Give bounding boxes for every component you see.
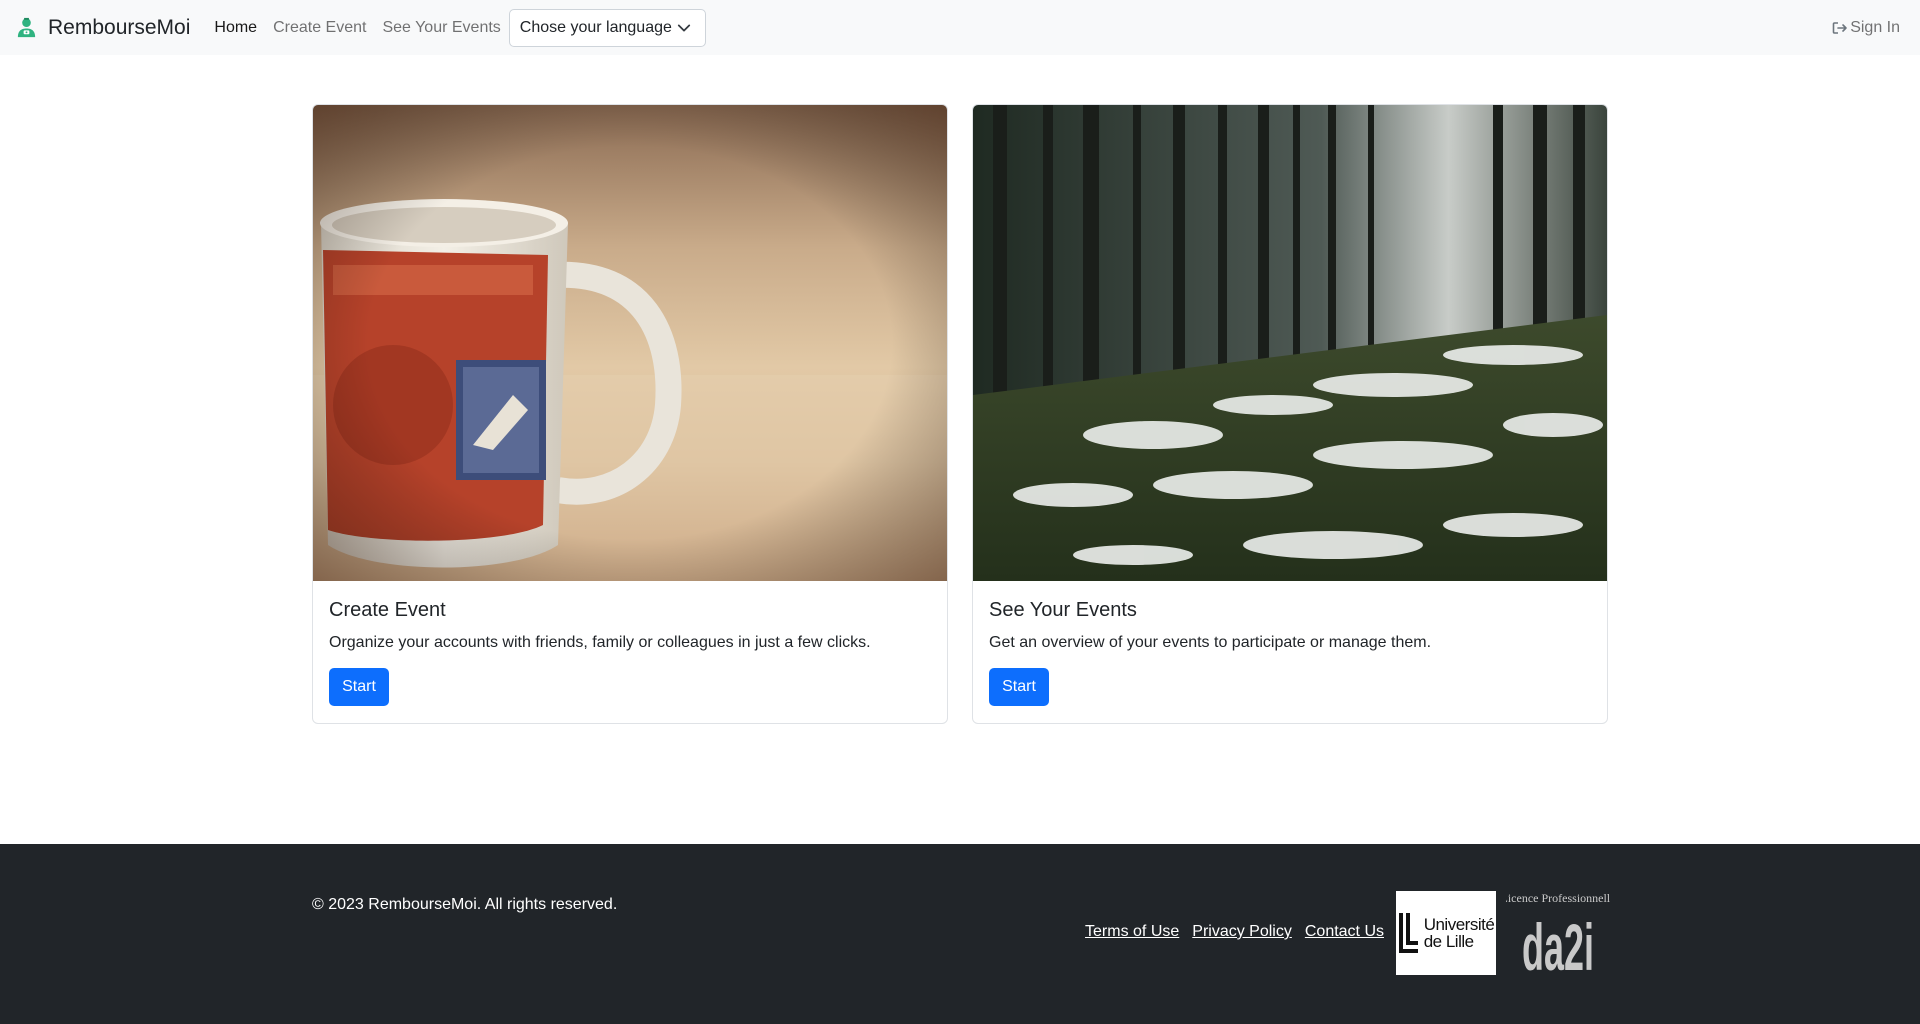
- da2i-logo[interactable]: Licence Professionnelle da2i: [1506, 888, 1610, 978]
- see-events-start-button[interactable]: Start: [989, 668, 1049, 706]
- create-event-start-button[interactable]: Start: [329, 668, 389, 706]
- brand-name: RembourseMoi: [48, 15, 191, 39]
- signin-link[interactable]: Sign In: [1832, 0, 1900, 55]
- card-text: Get an overview of your events to partic…: [989, 634, 1432, 651]
- nav-links: Home Create Event See Your Events Chose …: [214, 8, 706, 47]
- forest-image: [973, 105, 1607, 581]
- nav-home[interactable]: Home: [214, 19, 257, 37]
- mug-image: [313, 105, 947, 581]
- money-person-icon: [17, 17, 36, 38]
- terms-of-use-link[interactable]: Terms of Use: [1085, 923, 1179, 941]
- language-select-value: Chose your language: [519, 18, 672, 36]
- sign-in-icon: [1832, 21, 1847, 34]
- card-title: See Your Events: [989, 599, 1137, 621]
- nav-create-event[interactable]: Create Event: [273, 19, 366, 37]
- lille-mark-icon: [1398, 913, 1418, 953]
- da2i-logo-subtitle: Licence Professionnelle: [1506, 891, 1610, 905]
- signin-label: Sign In: [1850, 18, 1900, 36]
- card-title: Create Event: [329, 599, 446, 621]
- copyright: © 2023 RembourseMoi. All rights reserved…: [312, 896, 618, 913]
- privacy-policy-link[interactable]: Privacy Policy: [1192, 923, 1292, 941]
- da2i-logo-text: da2i: [1522, 910, 1594, 978]
- universite-de-lille-logo[interactable]: Université de Lille: [1396, 891, 1496, 975]
- footer-links: Terms of Use Privacy Policy Contact Us: [1085, 923, 1384, 941]
- chevron-down-icon: [677, 24, 690, 31]
- footer: © 2023 RembourseMoi. All rights reserved…: [0, 844, 1920, 1024]
- create-event-card: Create Event Organize your accounts with…: [312, 104, 948, 724]
- card-text: Organize your accounts with friends, fam…: [329, 634, 871, 651]
- see-events-card: See Your Events Get an overview of your …: [972, 104, 1608, 724]
- language-select[interactable]: Chose your language: [508, 8, 706, 47]
- nav-see-your-events[interactable]: See Your Events: [382, 19, 500, 37]
- navbar: RembourseMoi Home Create Event See Your …: [0, 0, 1920, 55]
- brand-link[interactable]: RembourseMoi: [15, 0, 190, 55]
- lille-logo-text: Université de Lille: [1423, 915, 1495, 951]
- contact-us-link[interactable]: Contact Us: [1305, 923, 1384, 941]
